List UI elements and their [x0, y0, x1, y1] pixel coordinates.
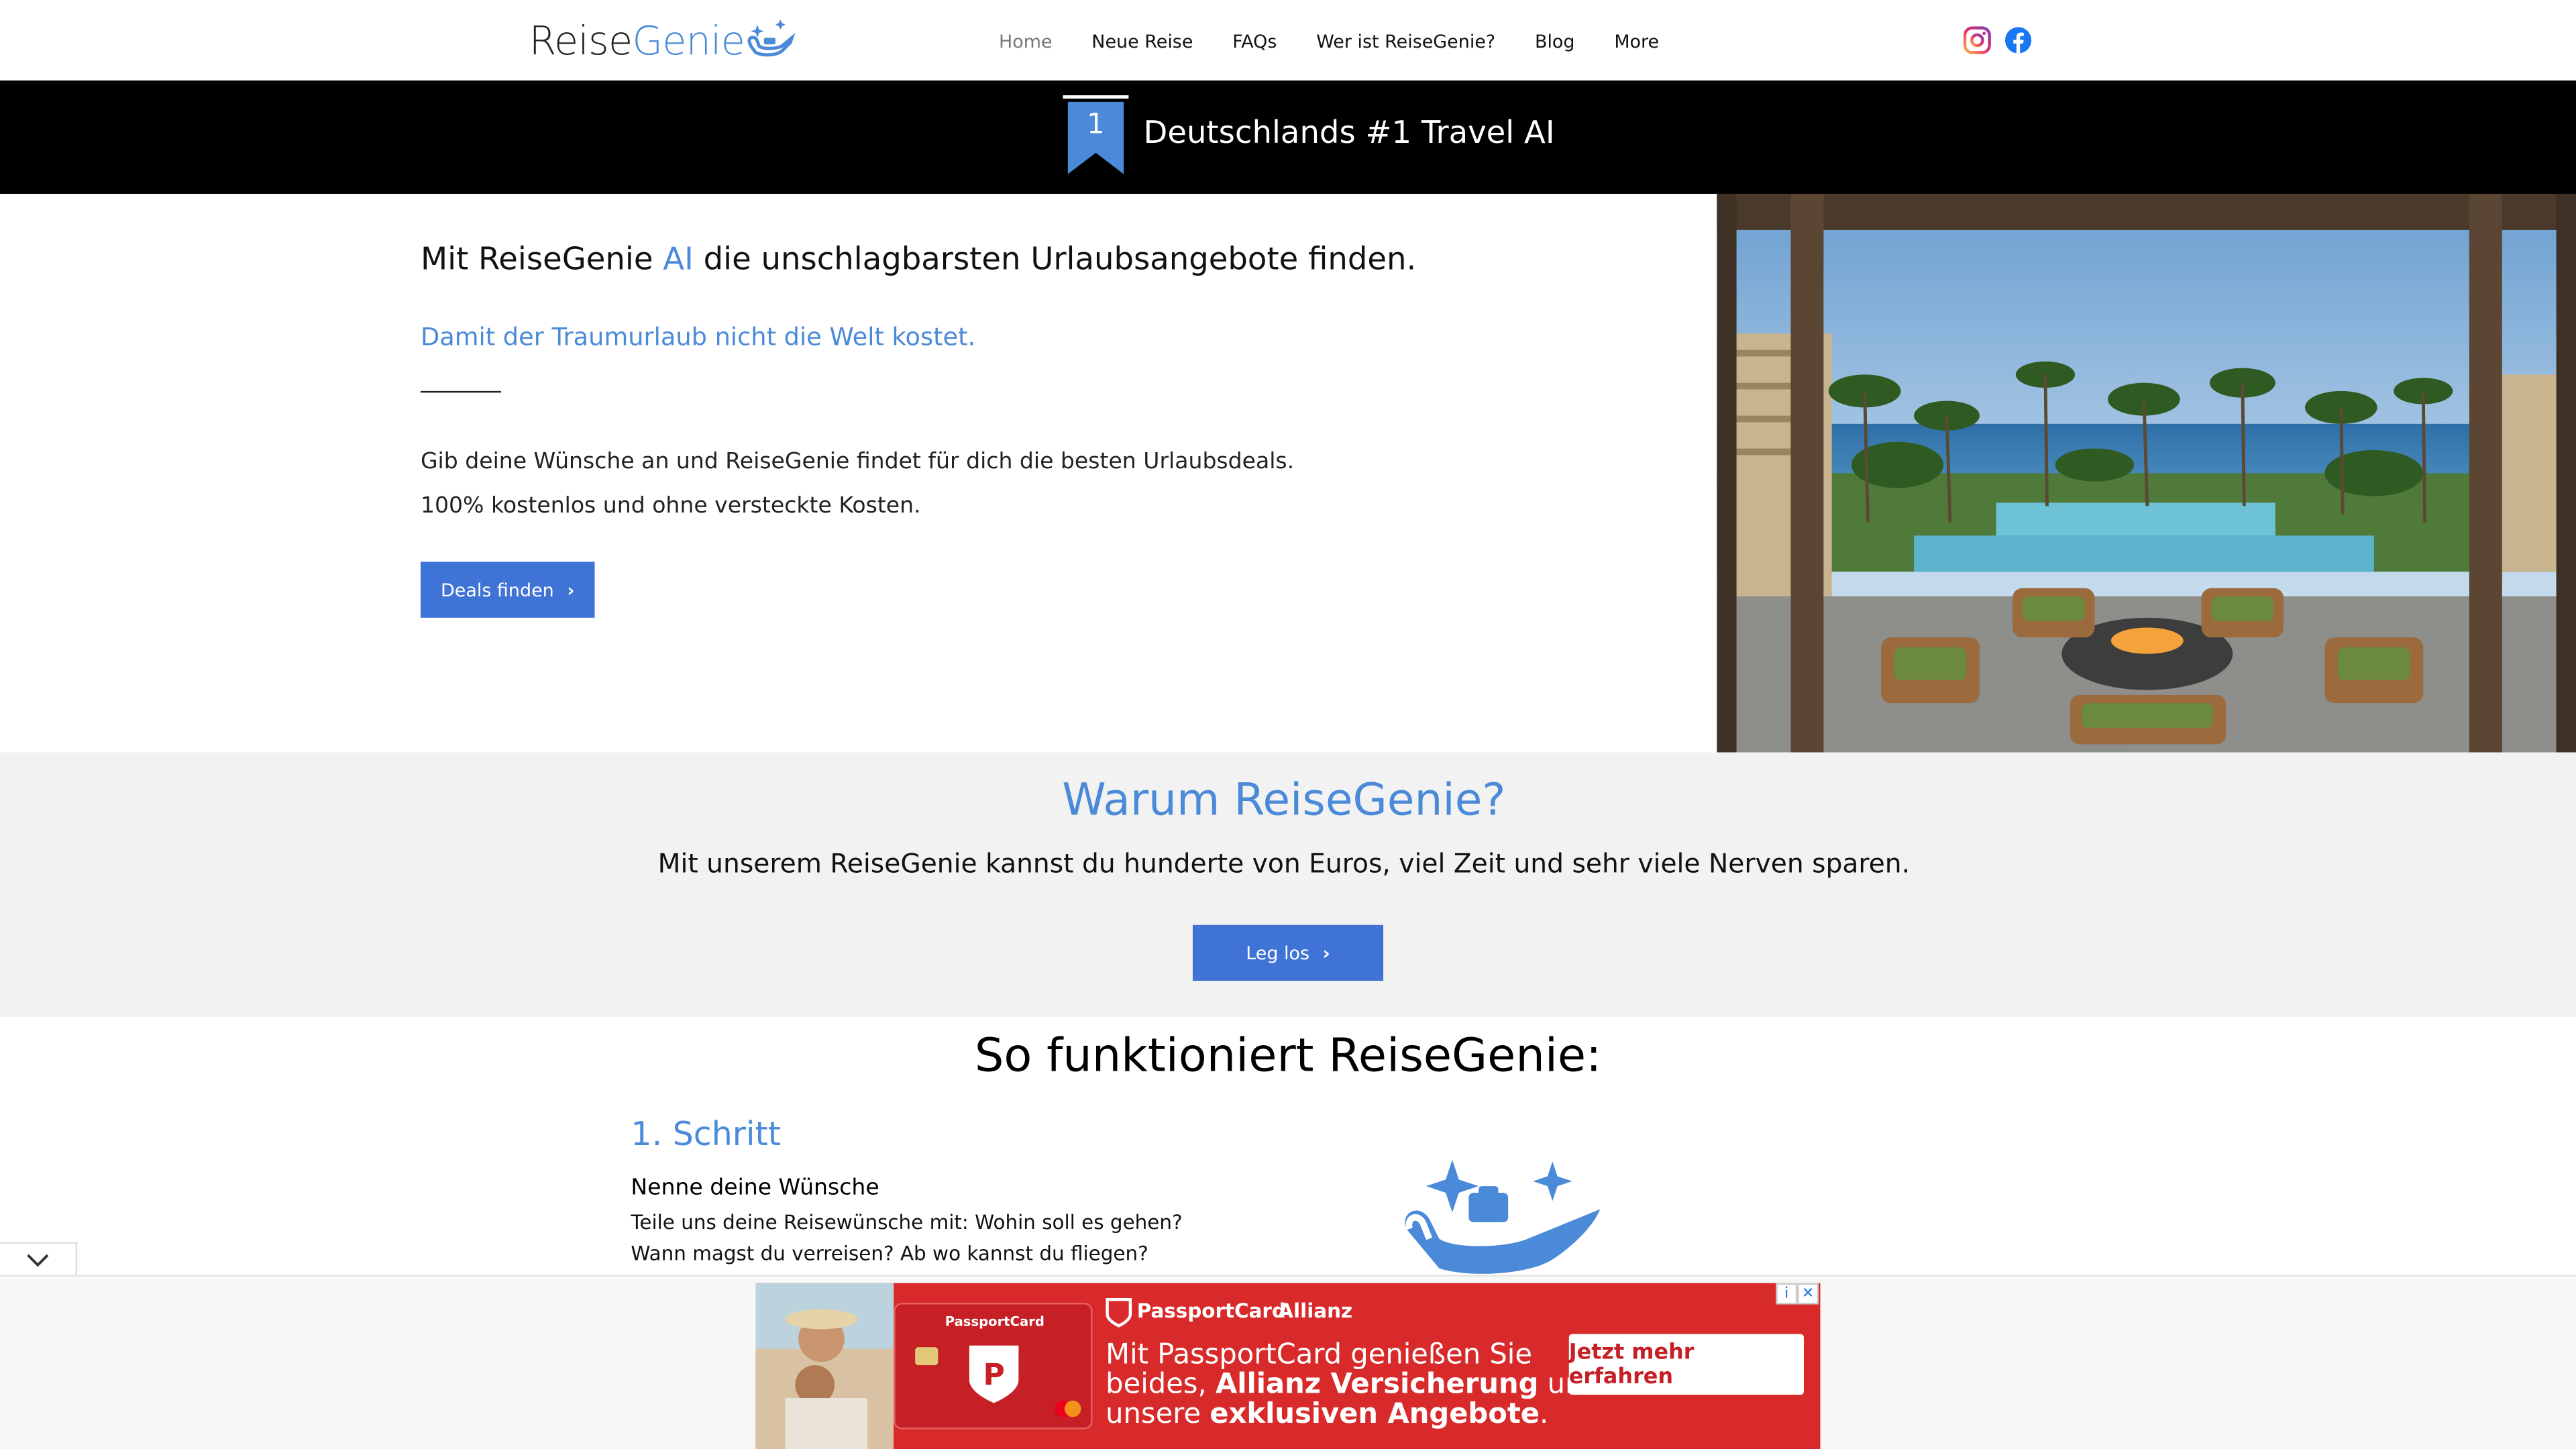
- hero-title-end: die unschlagbarsten Urlaubsangebote find…: [693, 241, 1417, 278]
- hero-body: Gib deine Wünsche an und ReiseGenie find…: [421, 440, 1294, 529]
- ad-partner: Allianz: [1278, 1299, 1353, 1323]
- hero-body-line: 100% kostenlos und ohne versteckte Koste…: [420, 492, 921, 519]
- mastercard-icon: [1055, 1400, 1081, 1417]
- nav-faqs[interactable]: FAQs: [1232, 27, 1277, 55]
- ad-line: beides, Allianz Versicherung und: [1106, 1370, 1601, 1399]
- logo[interactable]: ReiseGenie: [529, 13, 796, 69]
- hero-title-start: Mit ReiseGenie: [420, 241, 663, 278]
- chevron-right-icon: ›: [567, 579, 575, 601]
- ad-card-brand: PassportCard: [945, 1314, 1044, 1330]
- hero-subtitle: Damit der Traumurlaub nicht die Welt kos…: [420, 322, 976, 352]
- ad-cta-button[interactable]: Jetzt mehr erfahren: [1568, 1334, 1804, 1395]
- deals-finden-button[interactable]: Deals finden ›: [420, 561, 595, 618]
- ad-text-bold: Allianz Versicherung: [1215, 1368, 1539, 1401]
- warum-section: Warum ReiseGenie? Mit unserem ReiseGenie…: [0, 752, 2576, 1017]
- rank-ribbon-icon: 1: [1063, 95, 1129, 174]
- step-heading: Nenne deine Wünsche: [631, 1175, 879, 1201]
- ad-text: .: [1540, 1398, 1549, 1432]
- passportcard-shield-icon: [1106, 1297, 1132, 1328]
- divider: [420, 390, 501, 393]
- badge-number: 1: [1087, 107, 1104, 140]
- step-body-line: Teile uns deine Reisewünsche mit: Wohin …: [631, 1210, 1183, 1234]
- logo-part-genie: Genie: [632, 17, 745, 64]
- nav-more[interactable]: More: [1614, 27, 1659, 55]
- site-header: ReiseGenie Home Neue Reise FAQs Wer ist …: [0, 0, 2576, 81]
- warum-text: Mit unserem ReiseGenie kannst du hundert…: [657, 847, 1911, 879]
- facebook-icon[interactable]: [2004, 26, 2033, 54]
- warum-title: Warum ReiseGenie?: [1062, 775, 1506, 826]
- nav-neue-reise[interactable]: Neue Reise: [1091, 27, 1193, 55]
- hero-title: Mit ReiseGenie AI die unschlagbarsten Ur…: [421, 241, 1416, 278]
- hero-body-line: Gib deine Wünsche an und ReiseGenie find…: [420, 448, 1295, 475]
- nav-blog[interactable]: Blog: [1535, 27, 1575, 55]
- passportcard-card-image: PassportCard P: [894, 1303, 1093, 1430]
- collapse-ad-button[interactable]: [0, 1242, 78, 1279]
- ad-controls: i ✕: [1776, 1283, 1819, 1305]
- chevron-down-icon: [27, 1254, 49, 1267]
- ad-text: beides,: [1106, 1368, 1216, 1401]
- leg-los-button[interactable]: Leg los ›: [1192, 924, 1384, 981]
- deals-finden-label: Deals finden: [441, 579, 554, 601]
- genie-lamp-icon: [748, 19, 796, 57]
- ad-line: Mit PassportCard genießen Sie: [1106, 1338, 1532, 1372]
- step-body: Teile uns deine Reisewünsche mit: Wohin …: [631, 1208, 1182, 1269]
- banner-text: Deutschlands #1 Travel AI: [1143, 115, 1555, 152]
- logo-text: ReiseGenie: [529, 13, 745, 69]
- social-links: [1963, 26, 2033, 54]
- svg-text:P: P: [983, 1358, 1004, 1392]
- top-banner: 1 Deutschlands #1 Travel AI: [0, 80, 2576, 194]
- passportcard-logo-icon: P: [969, 1345, 1019, 1403]
- ad-text: unsere: [1106, 1398, 1210, 1432]
- instagram-icon[interactable]: [1963, 26, 1992, 54]
- ad-banner[interactable]: PassportCard P PassportCard Allianz Mit …: [755, 1283, 1821, 1449]
- step-number: 1. Schritt: [631, 1114, 781, 1154]
- hero-section: Mit ReiseGenie AI die unschlagbarsten Ur…: [0, 193, 2576, 753]
- chip-icon: [915, 1347, 938, 1366]
- leg-los-label: Leg los: [1246, 942, 1310, 964]
- nav-wer-ist-reisegenie[interactable]: Wer ist ReiseGenie?: [1316, 27, 1495, 55]
- logo-part-reise: Reise: [529, 17, 633, 64]
- nav-home[interactable]: Home: [999, 27, 1053, 55]
- ad-brand: PassportCard: [1136, 1299, 1286, 1323]
- resort-photo: [1717, 193, 2576, 753]
- ad-couple-photo: [755, 1283, 894, 1449]
- ad-line: unsere exklusiven Angebote.: [1106, 1400, 1548, 1430]
- main-nav: Home Neue Reise FAQs Wer ist ReiseGenie?…: [999, 23, 1699, 59]
- step-body-line: Wann magst du verreisen? Ab wo kannst du…: [631, 1241, 1148, 1265]
- how-title: So funktioniert ReiseGenie:: [974, 1028, 1602, 1083]
- ad-info-icon[interactable]: i: [1776, 1283, 1798, 1305]
- close-icon[interactable]: ✕: [1797, 1283, 1819, 1305]
- page: ReiseGenie Home Neue Reise FAQs Wer ist …: [0, 0, 2576, 1449]
- chevron-right-icon: ›: [1322, 942, 1330, 964]
- hero-title-ai: AI: [663, 241, 694, 278]
- ad-text-bold: exklusiven Angebote: [1210, 1398, 1540, 1432]
- genie-lamp-icon: [1405, 1159, 1601, 1274]
